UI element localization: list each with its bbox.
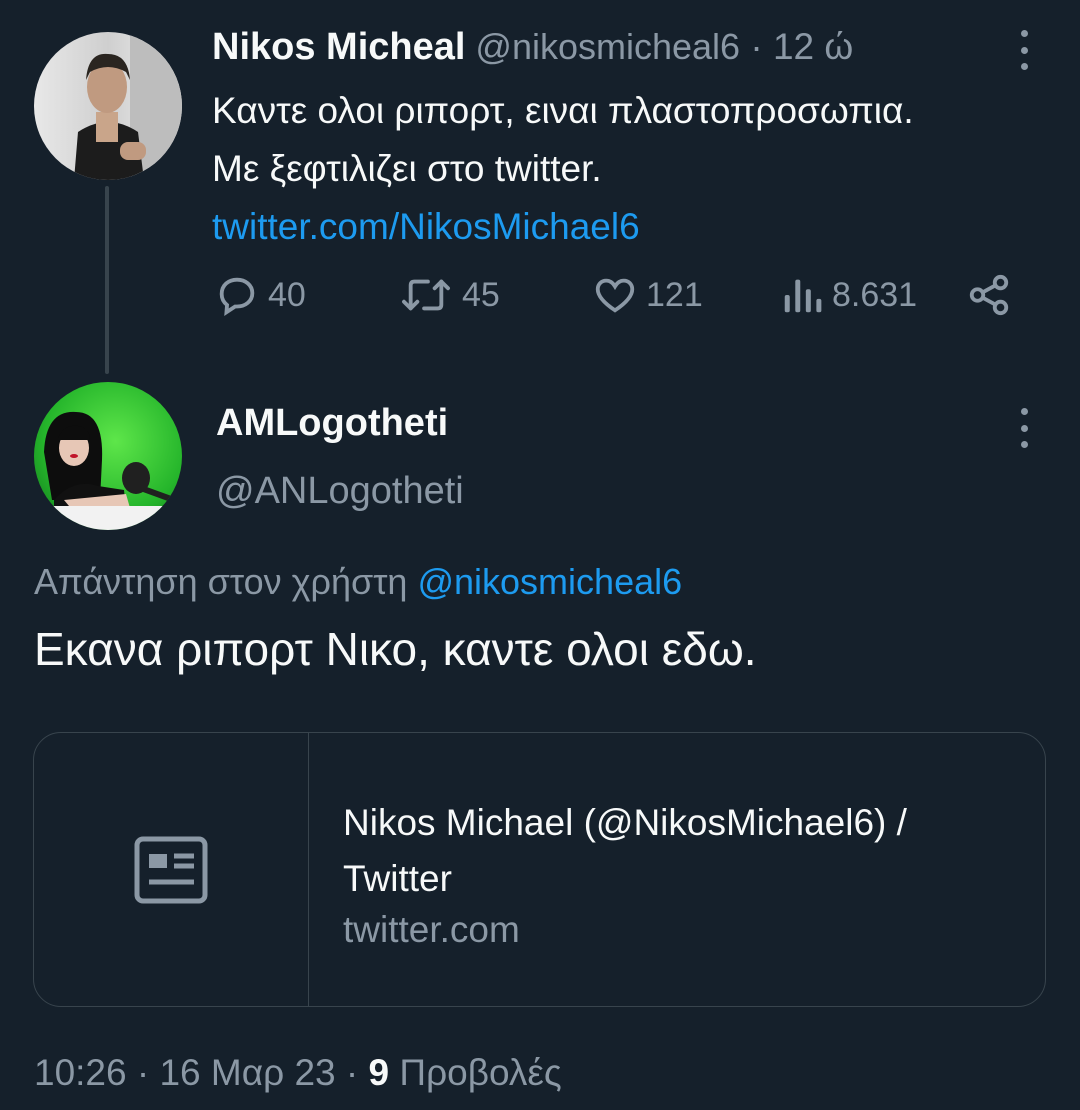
tweet1-author-handle[interactable]: @nikosmicheal6: [475, 26, 740, 67]
tweet2-date[interactable]: 16 Μαρ 23: [159, 1052, 335, 1093]
like-count: 121: [646, 275, 703, 314]
tweet1-more-icon[interactable]: [1018, 30, 1030, 70]
link-card[interactable]: Nikos Michael (@NikosMichael6) / Twitter…: [33, 732, 1046, 1007]
tweet1-separator: ·: [750, 26, 763, 67]
replying-to: Απάντηση στον χρήστη @nikosmicheal6: [34, 561, 682, 603]
reply-button[interactable]: 40: [214, 272, 306, 318]
reply-count: 40: [268, 275, 306, 314]
tweet2-meta: 10:26 · 16 Μαρ 23 · 9 Προβολές: [34, 1052, 562, 1094]
like-button[interactable]: 121: [592, 272, 703, 318]
avatar-amlogotheti[interactable]: [34, 382, 182, 530]
tweet1-header: Nikos Micheal @nikosmicheal6 · 12 ώ: [212, 26, 853, 69]
tweet2-author-name[interactable]: AMLogotheti: [216, 402, 448, 445]
tweet2-body: Εκανα ριπορτ Νικο, καντε ολοι εδω.: [34, 623, 757, 675]
tweet2-meta-sep1: ·: [136, 1052, 150, 1093]
heart-icon: [595, 278, 635, 313]
retweet-count: 45: [462, 275, 500, 314]
tweet2-more-icon[interactable]: [1018, 408, 1030, 448]
share-button[interactable]: [966, 272, 1020, 318]
views-icon: [784, 279, 822, 313]
tweet2-views-label: Προβολές: [399, 1052, 562, 1093]
link-card-domain: twitter.com: [343, 909, 520, 950]
tweet1-time[interactable]: 12 ώ: [773, 26, 853, 67]
tweet1-text-line2: Με ξεφτιλιζει στο twitter.: [212, 148, 602, 189]
views-button[interactable]: 8.631: [780, 272, 917, 318]
reply-to-label: Απάντηση στον χρήστη: [34, 561, 408, 602]
reply-icon: [219, 277, 255, 317]
tweet1-author-name[interactable]: Nikos Micheal: [212, 26, 465, 68]
tweet1-text-line1: Καντε ολοι ριπορτ, ειναι πλαστοπροσωπια.: [212, 90, 914, 131]
share-icon: [969, 274, 1009, 316]
tweet1-link[interactable]: twitter.com/NikosMichael6: [212, 198, 1032, 256]
avatar-nikos[interactable]: [34, 32, 182, 180]
tweet2-meta-sep2: ·: [345, 1052, 359, 1093]
article-icon: [134, 836, 208, 903]
retweet-icon: [402, 279, 450, 311]
tweet1-body: Καντε ολοι ριπορτ, ειναι πλαστοπροσωπια.…: [212, 82, 1032, 256]
link-card-title: Nikos Michael (@NikosMichael6) / Twitter: [343, 802, 907, 899]
tweet2-author-handle[interactable]: @ANLogotheti: [216, 470, 464, 513]
views-count: 8.631: [832, 275, 918, 314]
tweet2-time[interactable]: 10:26: [34, 1052, 127, 1093]
thread-line: [105, 186, 109, 374]
link-card-thumbnail: [34, 733, 309, 1006]
reply-to-handle[interactable]: @nikosmicheal6: [417, 561, 682, 602]
retweet-button[interactable]: 45: [398, 272, 500, 318]
tweet2-views-count: 9: [368, 1052, 390, 1093]
